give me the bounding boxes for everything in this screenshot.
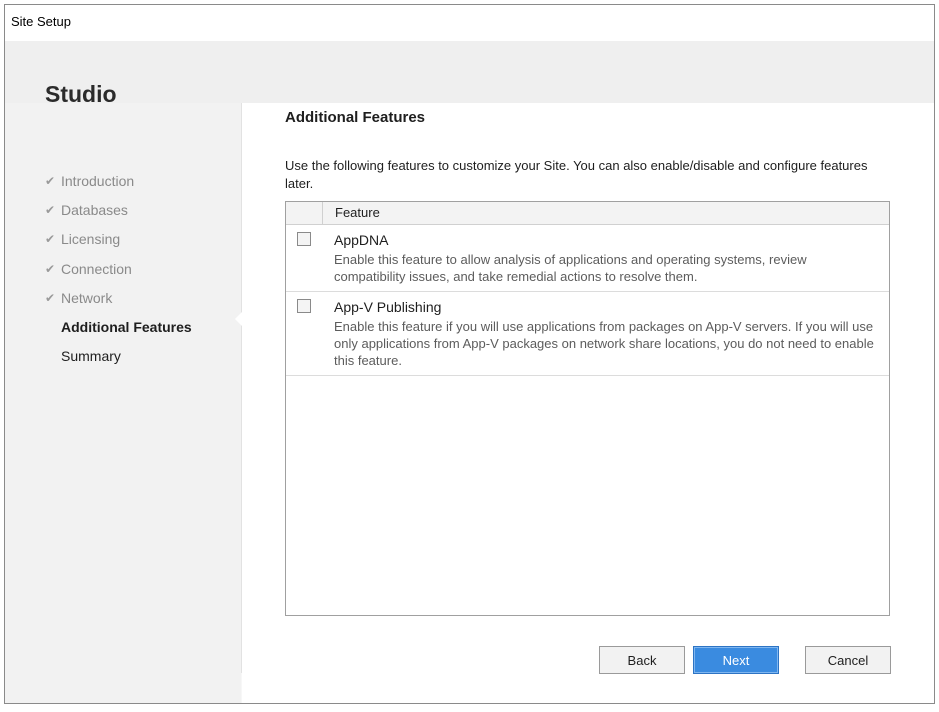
brand-title: Studio [45,81,117,107]
step-licensing: ✔ Licensing [45,225,192,254]
feature-text: App-V Publishing Enable this feature if … [322,292,889,375]
feature-description: Enable this feature if you will use appl… [334,319,874,368]
feature-column-header[interactable]: Feature [323,202,380,224]
table-header: Feature [286,202,889,225]
current-step-pointer [235,311,243,327]
checkmark-icon: ✔ [45,202,56,217]
page-title: Additional Features [285,109,426,126]
step-introduction: ✔ Introduction [45,166,192,195]
back-button[interactable]: Back [599,646,685,674]
step-label: Connection [61,260,132,277]
step-connection: ✔ Connection [45,254,192,283]
step-summary: Summary [45,342,192,371]
checkmark-icon: ✔ [45,261,56,276]
cancel-button[interactable]: Cancel [805,646,891,674]
feature-name: App-V Publishing [334,299,442,315]
step-label: Additional Features [61,319,192,336]
page-description: Use the following features to customize … [285,158,868,191]
checkmark-icon: ✔ [45,232,56,247]
step-label: Introduction [61,172,135,189]
title-bar: Site Setup [5,5,934,41]
table-row[interactable]: AppDNA Enable this feature to allow anal… [286,225,889,292]
appdna-checkbox[interactable] [297,232,311,246]
step-label: Summary [61,348,121,365]
features-table: Feature AppDNA Enable this feature to al… [285,201,890,616]
app-v-publishing-checkbox[interactable] [297,299,311,313]
step-label: Databases [61,201,128,218]
feature-name: AppDNA [334,232,389,248]
checkbox-cell [286,225,322,291]
table-row[interactable]: App-V Publishing Enable this feature if … [286,292,889,376]
feature-description: Enable this feature to allow analysis of… [334,252,807,284]
step-label: Licensing [61,231,121,248]
step-network: ✔ Network [45,283,192,312]
checkbox-column-header [286,202,323,224]
feature-text: AppDNA Enable this feature to allow anal… [322,225,889,291]
site-setup-window: Site Setup Studio ✔ Introduction ✔ Datab… [4,4,935,704]
checkmark-icon: ✔ [45,173,56,188]
step-databases: ✔ Databases [45,195,192,224]
step-label: Network [61,289,113,306]
window-title: Site Setup [11,14,71,29]
next-button[interactable]: Next [693,646,779,674]
wizard-steps: ✔ Introduction ✔ Databases ✔ Licensing ✔… [45,166,192,371]
checkmark-icon: ✔ [45,290,56,305]
step-additional-features: Additional Features [45,312,192,341]
checkbox-cell [286,292,322,375]
header-band [5,41,934,103]
